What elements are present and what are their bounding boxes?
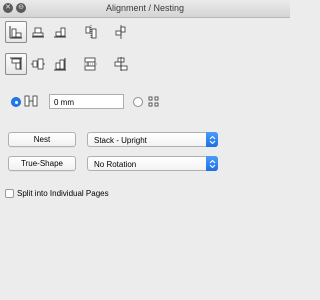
distribute-offset-button[interactable] [110, 21, 132, 43]
stack-vertical-button[interactable] [80, 53, 102, 75]
rotation-value: No Rotation [94, 160, 137, 169]
window-title: Alignment / Nesting [105, 3, 185, 13]
distribute-offset-icon [115, 25, 126, 39]
gap-spacing-icon [24, 95, 38, 107]
align-left-bottom-icon [9, 26, 22, 39]
align-right-bottom-button[interactable] [49, 21, 71, 43]
nest-button[interactable]: Nest [8, 132, 76, 147]
chevron-up-down-icon [206, 156, 218, 171]
nest-mode-value: Stack - Upright [94, 136, 147, 145]
spacing-input[interactable]: 0 mm [49, 94, 124, 109]
grid-spacing-icon [148, 96, 159, 107]
align-center-bottom-button[interactable] [27, 21, 49, 43]
align-top-left-button[interactable] [5, 53, 27, 75]
split-pages-label: Split into Individual Pages [17, 189, 109, 198]
align-left-bottom-button[interactable] [5, 21, 27, 43]
nest-mode-select[interactable]: Stack - Upright [87, 132, 218, 147]
chevron-up-down-icon [206, 132, 218, 147]
rotation-select[interactable]: No Rotation [87, 156, 218, 171]
stack-vertical-icon [84, 57, 98, 71]
align-bottom-right-button[interactable] [49, 53, 71, 75]
stack-offset-icon [114, 57, 128, 71]
title-bar: ✕ ⊖ Alignment / Nesting [0, 0, 290, 18]
align-center-vertical-icon [31, 58, 45, 70]
align-bottom-right-icon [54, 58, 66, 71]
stack-offset-button[interactable] [110, 53, 132, 75]
true-shape-button[interactable]: True-Shape [8, 156, 76, 171]
split-pages-checkbox[interactable] [5, 189, 14, 198]
align-top-left-icon [10, 57, 22, 70]
align-center-vertical-button[interactable] [27, 53, 49, 75]
distribute-horizontal-icon [85, 25, 97, 39]
distribute-horizontal-button[interactable] [80, 21, 102, 43]
spacing-option-b-radio[interactable] [133, 97, 143, 107]
align-center-bottom-icon [32, 27, 44, 38]
align-right-bottom-icon [54, 27, 66, 38]
spacing-option-a-radio[interactable] [11, 97, 21, 107]
